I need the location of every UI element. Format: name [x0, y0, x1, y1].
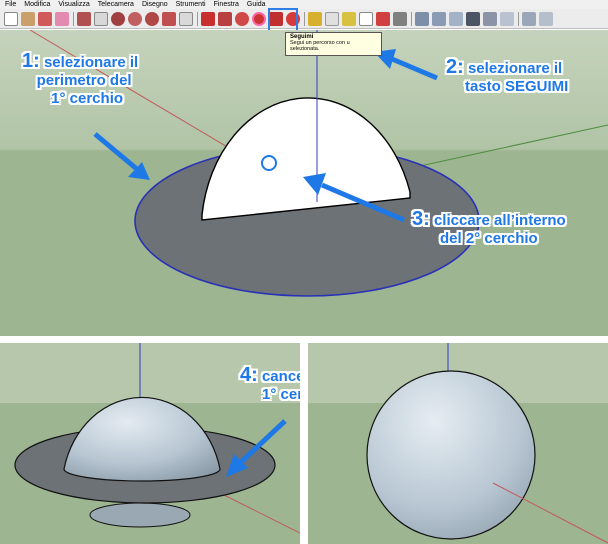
menu-bar: File Modifica Visualizza Telecamera Dise… [0, 0, 608, 9]
toolbar-separator [411, 11, 412, 26]
line-tool-icon[interactable] [94, 11, 108, 26]
paint-bucket-icon[interactable] [38, 11, 52, 26]
dimension-tool-icon[interactable] [325, 11, 339, 26]
bottom-left-viewport[interactable]: 4: cancellare il 1° cerchio [0, 343, 300, 544]
step-4-label: 4: cancellare il 1° cerchio [240, 364, 300, 403]
toolbar-separator [73, 11, 74, 26]
step-1-label: 1: selezionare il perimetro del 1° cerch… [22, 50, 139, 107]
toolbar-separator [518, 11, 519, 26]
tooltip-text-line2: selezionata. [290, 46, 320, 52]
toolbar [0, 9, 608, 29]
menu-finestra[interactable]: Finestra [214, 0, 239, 9]
menu-file[interactable]: File [5, 0, 16, 9]
menu-telecamera[interactable]: Telecamera [98, 0, 134, 9]
3d-text-icon[interactable] [393, 11, 407, 26]
step-3-label: 3: cliccare all’interno del 2° cerchio [412, 208, 566, 247]
move-tool-icon[interactable] [201, 11, 215, 26]
offset-tool-icon[interactable] [179, 11, 193, 26]
menu-guida[interactable]: Guida [247, 0, 266, 9]
shaded-style-icon[interactable] [466, 11, 480, 26]
push-pull-tool-icon[interactable] [218, 11, 232, 26]
bottom-right-viewport[interactable] [308, 343, 608, 544]
sphere-bottom [89, 502, 191, 528]
component-tool-icon[interactable] [21, 11, 35, 26]
follow-me-tool-icon[interactable] [252, 11, 266, 26]
step-2-label: 2: selezionare il tasto SEGUIMI [446, 56, 569, 95]
hidden-line-style-icon[interactable] [449, 11, 463, 26]
monochrome-style-icon[interactable] [500, 11, 514, 26]
iso-view-icon[interactable] [522, 11, 536, 26]
menu-modifica[interactable]: Modifica [24, 0, 50, 9]
select-tool-icon[interactable] [4, 11, 18, 26]
circle-tool-icon[interactable] [111, 11, 125, 26]
arc-tool-icon[interactable] [128, 11, 142, 26]
follow-me-tooltip: Seguimi Segui un percorso con u selezion… [285, 32, 382, 56]
wireframe-style-icon[interactable] [432, 11, 446, 26]
menu-disegno[interactable]: Disegno [142, 0, 168, 9]
bottom-right-scene [308, 343, 608, 544]
menu-strumenti[interactable]: Strumenti [176, 0, 206, 9]
shaded-textures-style-icon[interactable] [483, 11, 497, 26]
finished-sphere[interactable] [366, 370, 536, 540]
rotate-tool-icon[interactable] [235, 11, 249, 26]
eraser-icon[interactable] [55, 11, 69, 26]
menu-visualizza[interactable]: Visualizza [58, 0, 89, 9]
toolbar-separator [304, 11, 305, 26]
toolbar-separator [197, 11, 198, 26]
rectangle-tool-icon[interactable] [77, 11, 91, 26]
top-viewport[interactable]: 1: selezionare il perimetro del 1° cerch… [0, 30, 608, 336]
top-view-icon[interactable] [539, 11, 553, 26]
text-tool-icon[interactable] [359, 11, 373, 26]
tape-measure-icon[interactable] [308, 11, 322, 26]
protractor-icon[interactable] [342, 11, 356, 26]
axes-tool-icon[interactable] [376, 11, 390, 26]
polygon-tool-icon[interactable] [145, 11, 159, 26]
freehand-tool-icon[interactable] [162, 11, 176, 26]
xray-style-icon[interactable] [415, 11, 429, 26]
